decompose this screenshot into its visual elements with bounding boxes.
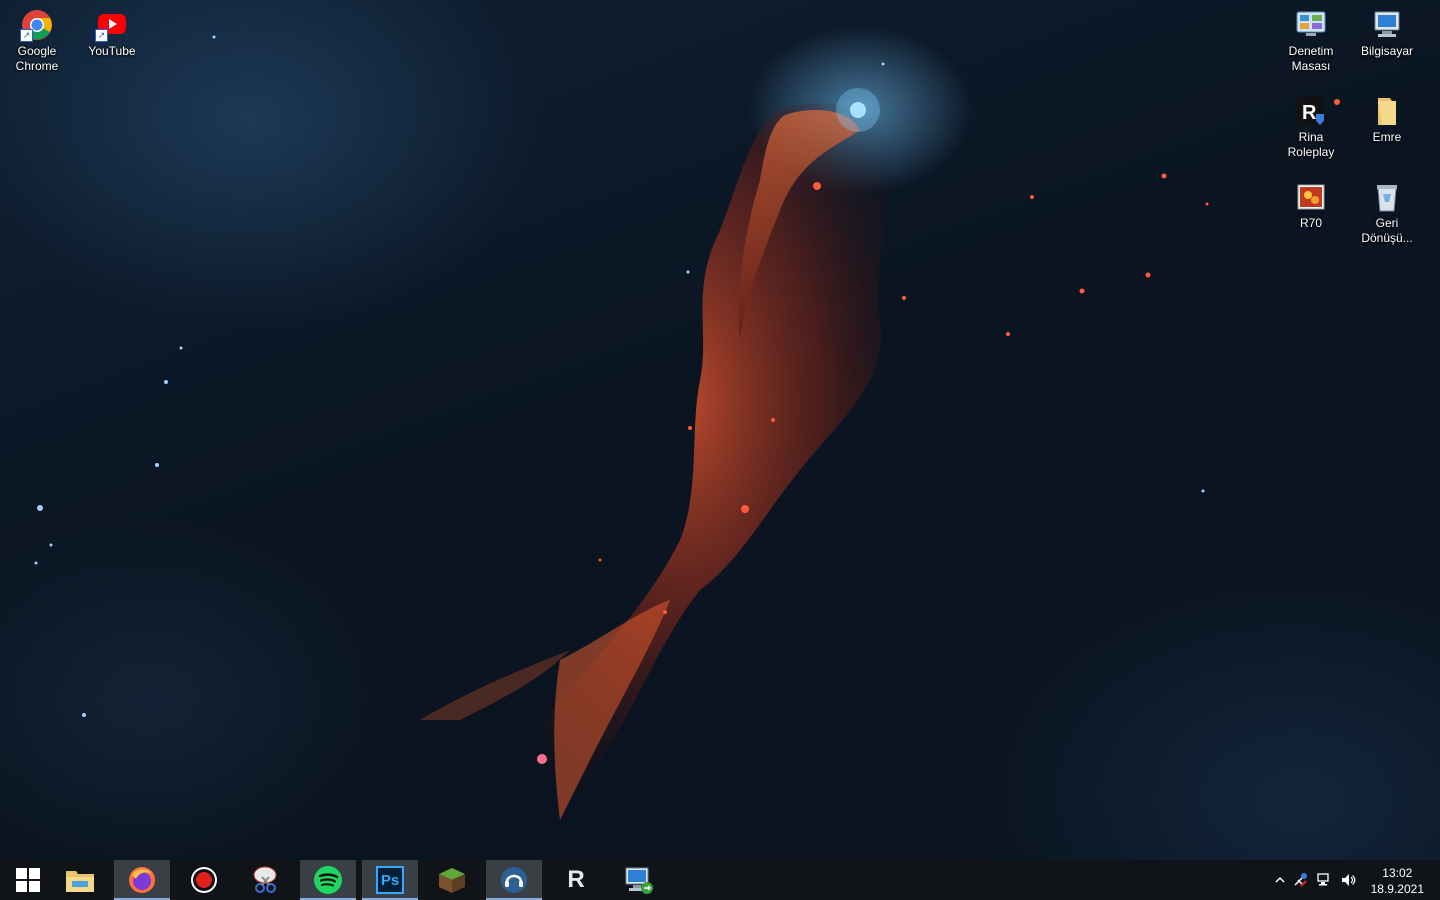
firefox-icon bbox=[129, 867, 155, 893]
control-panel-icon bbox=[1294, 8, 1328, 42]
taskbar-file-explorer[interactable] bbox=[52, 860, 108, 900]
remote-desktop-icon bbox=[625, 867, 653, 894]
desktop-icon-label: Emre bbox=[1372, 130, 1402, 144]
rina-icon: R bbox=[567, 866, 585, 893]
photoshop-icon: Ps bbox=[376, 866, 404, 894]
volume-icon[interactable] bbox=[1336, 860, 1360, 900]
desktop-icon-r70[interactable]: R70 bbox=[1274, 174, 1348, 231]
desktop-icon-rina-roleplay[interactable]: R Rina Roleplay bbox=[1274, 88, 1348, 160]
desktop-icon-label: Geri Dönüşü... bbox=[1361, 216, 1413, 245]
taskbar-recorder[interactable] bbox=[176, 860, 232, 900]
taskbar: Ps R 13:02 18.9.2021 bbox=[0, 860, 1440, 900]
spotify-icon bbox=[314, 866, 342, 894]
shortcut-arrow-icon: ↗ bbox=[95, 29, 108, 42]
system-tray bbox=[1272, 860, 1360, 900]
desktop-icon-youtube[interactable]: ↗ YouTube bbox=[75, 2, 149, 59]
desktop-icon-label: Bilgisayar bbox=[1360, 44, 1414, 58]
start-button[interactable] bbox=[0, 860, 56, 900]
desktop-icon-label: Rina Roleplay bbox=[1287, 130, 1335, 159]
computer-icon bbox=[1370, 8, 1404, 42]
r70-image-icon bbox=[1294, 180, 1328, 214]
minecraft-icon bbox=[439, 868, 465, 893]
desktop-icon-label: Google Chrome bbox=[15, 44, 59, 73]
bluetooth-icon[interactable] bbox=[1288, 860, 1312, 900]
rina-roleplay-icon: R bbox=[1294, 94, 1328, 128]
desktop-icon-emre-folder[interactable]: Emre bbox=[1350, 88, 1424, 145]
clock-date: 18.9.2021 bbox=[1370, 882, 1424, 896]
desktop-icon-recycle-bin[interactable]: Geri Dönüşü... bbox=[1350, 174, 1424, 246]
record-icon bbox=[191, 867, 217, 893]
taskbar-rina[interactable]: R bbox=[548, 860, 604, 900]
taskbar-snipping-tool[interactable] bbox=[238, 860, 294, 900]
chrome-icon: ↗ bbox=[20, 8, 54, 42]
network-icon[interactable] bbox=[1312, 860, 1336, 900]
svg-text:R: R bbox=[1302, 102, 1317, 124]
teamspeak-icon bbox=[501, 867, 527, 893]
taskbar-minecraft[interactable] bbox=[424, 860, 480, 900]
desktop-icon-computer[interactable]: Bilgisayar bbox=[1350, 2, 1424, 59]
taskbar-photoshop[interactable]: Ps bbox=[362, 860, 418, 900]
windows-start-icon bbox=[16, 868, 40, 892]
desktop-icon-label: Denetim Masası bbox=[1288, 44, 1334, 73]
chevron-up-icon[interactable] bbox=[1272, 860, 1288, 900]
clock[interactable]: 13:02 18.9.2021 bbox=[1371, 865, 1424, 897]
desktop-icon-label: R70 bbox=[1299, 216, 1322, 230]
desktop-wallpaper bbox=[0, 0, 1440, 860]
snipping-tool-icon bbox=[253, 866, 277, 893]
desktop-icon-google-chrome[interactable]: ↗ Google Chrome bbox=[0, 2, 74, 74]
desktop-icon-control-panel[interactable]: Denetim Masası bbox=[1274, 2, 1348, 74]
folder-icon bbox=[1370, 94, 1404, 128]
taskbar-firefox[interactable] bbox=[114, 860, 170, 900]
taskbar-teamspeak[interactable] bbox=[486, 860, 542, 900]
shortcut-arrow-icon: ↗ bbox=[20, 29, 33, 42]
file-explorer-icon bbox=[66, 871, 94, 892]
recycle-bin-icon bbox=[1370, 180, 1404, 214]
desktop-icon-label: YouTube bbox=[88, 44, 136, 58]
taskbar-spotify[interactable] bbox=[300, 860, 356, 900]
clock-time: 13:02 bbox=[1382, 866, 1413, 880]
youtube-icon: ↗ bbox=[95, 8, 129, 42]
taskbar-remote-desktop[interactable] bbox=[610, 860, 666, 900]
photoshop-icon-label: Ps bbox=[380, 871, 400, 889]
